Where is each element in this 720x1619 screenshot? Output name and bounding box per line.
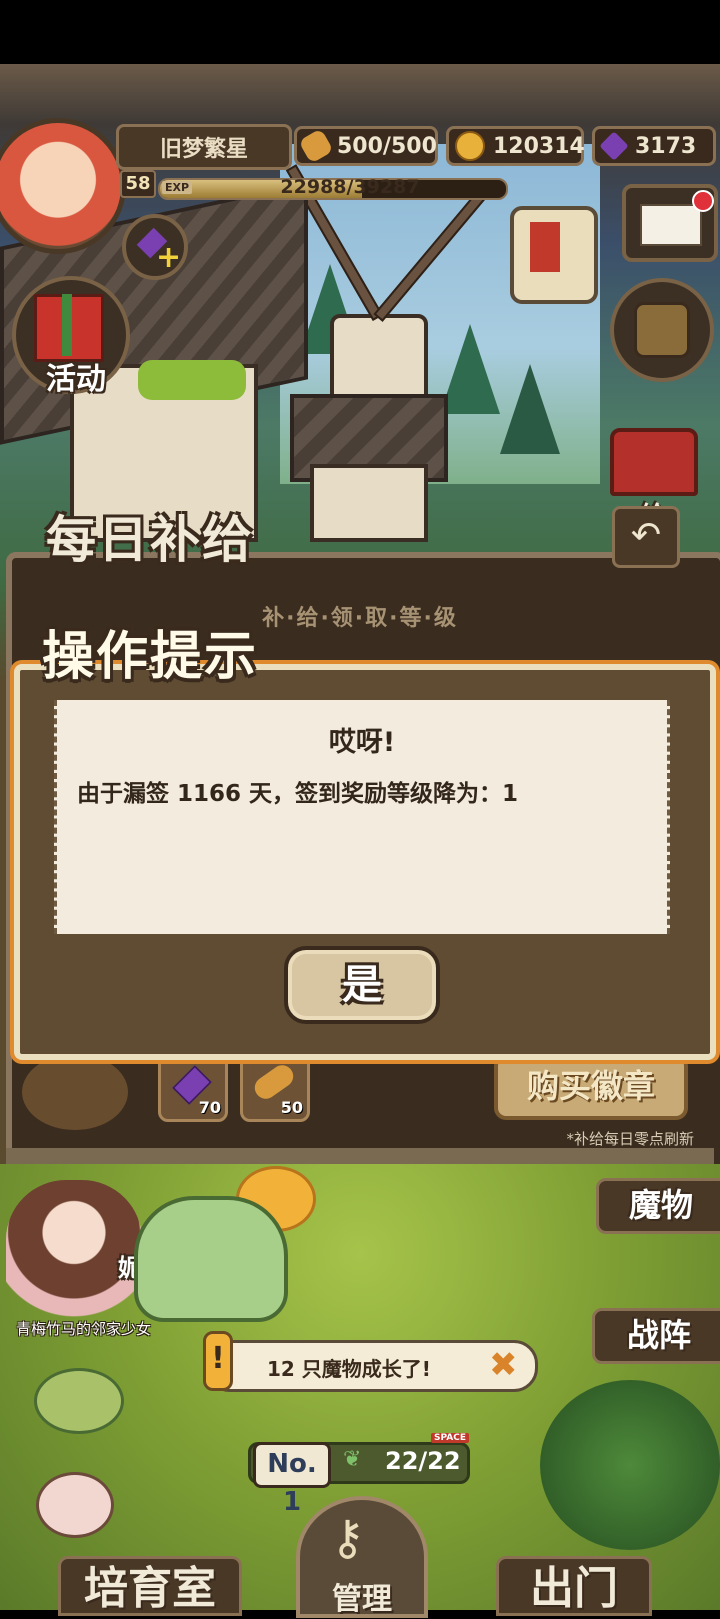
pine-tree	[500, 364, 560, 454]
npc-description: 青梅竹马的邻家少女	[16, 1320, 152, 1338]
reward-item-count: 50	[280, 1098, 303, 1117]
bag-icon	[634, 302, 690, 358]
gold-counter[interactable]: 120314	[446, 126, 585, 166]
reward-item-gem[interactable]: 70	[158, 1054, 228, 1122]
status-bar	[0, 0, 720, 64]
buy-gem-button[interactable]: +	[122, 214, 188, 280]
message-body: 由于漏签 1166 天，签到奖励等级降为：1	[77, 781, 519, 807]
envelope-icon	[640, 204, 702, 246]
formation-button[interactable]: 战阵	[592, 1308, 720, 1364]
bread-icon	[298, 128, 334, 164]
bread-basket-icon	[22, 1054, 128, 1130]
buy-badge-button[interactable]: 购买徽章	[494, 1054, 688, 1120]
refresh-note: *补给每日零点刷新	[566, 1130, 694, 1148]
gift-ribbon	[62, 294, 72, 356]
gold-coin-icon	[455, 131, 485, 161]
space-tag: SPACE	[431, 1433, 469, 1443]
confirm-button[interactable]: 是	[284, 946, 440, 1024]
gold-value: 120314	[493, 133, 585, 159]
exclamation-icon: !	[203, 1331, 233, 1391]
quest-scroll-button[interactable]	[500, 196, 610, 306]
gem-value: 3173	[635, 133, 697, 159]
purple-gem-icon	[599, 131, 629, 161]
gem-counter[interactable]: 3173	[592, 126, 716, 166]
rank-bar: No. 1 ❦ SPACE 22/22	[248, 1433, 470, 1517]
daily-supply-title: 每日补给	[46, 511, 254, 569]
capacity-value: 22/22	[385, 1447, 461, 1475]
monster-egg[interactable]	[36, 1472, 114, 1538]
player-level: 58	[120, 170, 156, 198]
exp-tag: EXP	[162, 181, 193, 194]
plus-icon: +	[156, 240, 182, 275]
reward-item-bread[interactable]: 50	[240, 1054, 310, 1122]
monster-button[interactable]: 魔物	[596, 1178, 720, 1234]
treasure-chest-icon	[610, 428, 698, 496]
activity-button[interactable]: 活动	[12, 276, 130, 397]
bush-decoration	[540, 1380, 720, 1550]
exp-text: 22988/39287	[280, 176, 420, 198]
chest-button[interactable]	[596, 410, 706, 510]
scroll-ribbon	[530, 222, 560, 272]
nav-grow-room[interactable]: 培育室	[58, 1556, 242, 1616]
nav-manage[interactable]: ⚷ 管理	[296, 1496, 428, 1618]
dialog-paper: 哎呀! 由于漏签 1166 天，签到奖励等级降为：1	[54, 700, 670, 934]
nav-go-out[interactable]: 出门	[496, 1556, 652, 1616]
reward-item-count: 70	[198, 1098, 221, 1117]
bread-icon	[250, 1060, 298, 1104]
stamina-value: 500/500	[337, 133, 437, 159]
house-wall	[310, 464, 428, 542]
player-name: 旧梦繁星	[116, 124, 292, 170]
pine-tree	[440, 324, 500, 414]
back-arrow-icon: ↶	[630, 515, 662, 556]
key-icon: ⚷	[330, 1510, 366, 1566]
dialog-title: 操作提示	[42, 627, 259, 687]
notification-dot	[692, 190, 714, 212]
activity-label: 活动	[46, 362, 106, 397]
manage-label: 管理	[332, 1582, 392, 1617]
leaf-icon: ❦	[343, 1447, 362, 1472]
slime-monster[interactable]	[134, 1196, 288, 1322]
mail-button[interactable]	[622, 184, 718, 262]
monster-egg[interactable]	[34, 1368, 124, 1434]
back-button[interactable]: ↶	[612, 506, 680, 568]
message-title: 哎呀!	[328, 727, 396, 758]
bag-button[interactable]	[610, 278, 714, 382]
growth-notification[interactable]: ! 12 只魔物成长了! ✖	[203, 1331, 538, 1392]
notification-text: 12 只魔物成长了!	[267, 1357, 431, 1381]
panel-border	[6, 1148, 714, 1164]
flower-box	[138, 360, 246, 400]
stamina-counter[interactable]: 500/500	[294, 126, 438, 166]
close-icon[interactable]: ✖	[489, 1345, 518, 1385]
rank-number: No. 1	[253, 1442, 331, 1517]
